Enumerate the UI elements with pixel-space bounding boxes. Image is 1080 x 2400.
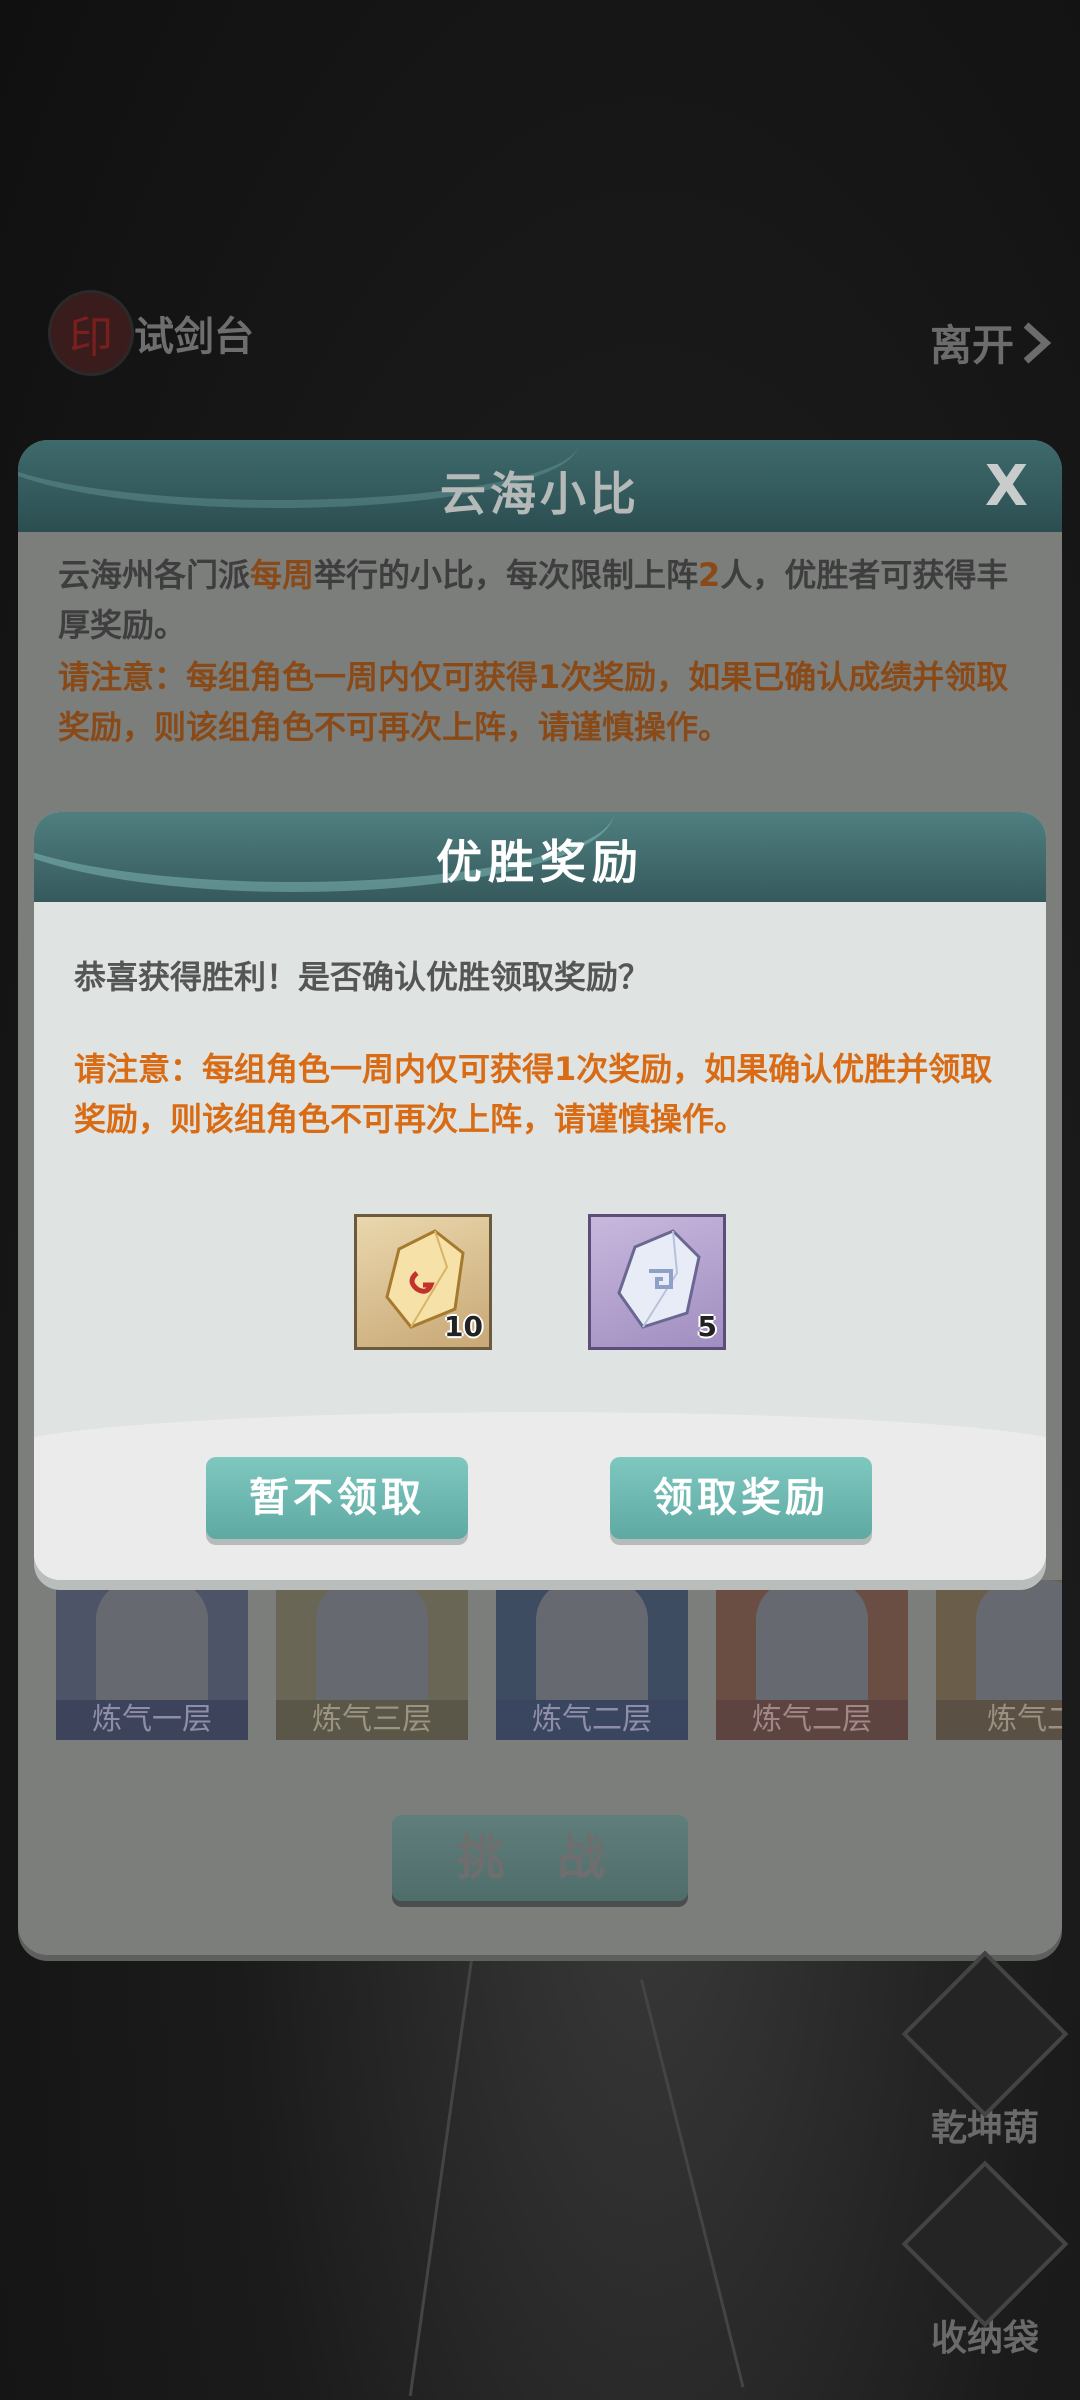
panel-note: 请注意：每组角色一周内仅可获得1次奖励，如果已确认成绩并领取奖励，则该组角色不可… [58, 658, 1009, 746]
reward-quantity: 10 [444, 1310, 483, 1343]
reward-quantity: 5 [697, 1310, 717, 1343]
modal-wave-decoration [34, 1412, 1046, 1580]
claim-reward-button[interactable]: 领取奖励 [610, 1457, 872, 1539]
panel-title: 云海小比 [440, 467, 640, 521]
character-card[interactable]: 炼气二 [936, 1580, 1062, 1740]
character-card[interactable]: 炼气二层 [716, 1580, 908, 1740]
leave-label: 离开 [929, 321, 1014, 370]
character-rank: 炼气三层 [276, 1700, 468, 1740]
modal-message: 恭喜获得胜利！是否确认优胜领取奖励？ [74, 958, 651, 996]
character-rank: 炼气二 [936, 1700, 1062, 1740]
storage-bag-button[interactable]: 收纳袋 [901, 2160, 1069, 2361]
gourd-button[interactable]: 乾坤葫 [901, 1950, 1069, 2151]
chevron-right-icon [1023, 321, 1052, 364]
bag-icon [901, 2160, 1069, 2328]
character-roster: 炼气一层 炼气三层 炼气二层 炼气二层 炼气二 [56, 1580, 1062, 1740]
character-rank: 炼气一层 [56, 1700, 248, 1740]
reward-item[interactable]: 5 [588, 1214, 726, 1350]
leave-button[interactable]: 离开 [930, 312, 1052, 373]
gourd-icon [901, 1950, 1069, 2118]
modal-warning: 请注意：每组角色一周内仅可获得1次奖励，如果确认优胜并领取奖励，则该组角色不可再… [74, 1050, 993, 1138]
reward-modal: 优胜奖励 恭喜获得胜利！是否确认优胜领取奖励？ 请注意：每组角色一周内仅可获得1… [34, 812, 1046, 1580]
character-portrait [96, 1580, 208, 1700]
panel-intro: 云海州各门派每周举行的小比，每次限制上阵2人，优胜者可获得丰厚奖励。 [58, 556, 1009, 644]
character-portrait [756, 1580, 868, 1700]
location-title: 试剑台 [134, 314, 254, 360]
character-portrait [316, 1580, 428, 1700]
character-portrait [976, 1580, 1062, 1700]
reward-item[interactable]: 10 [354, 1214, 492, 1350]
character-card[interactable]: 炼气一层 [56, 1580, 248, 1740]
character-card[interactable]: 炼气二层 [496, 1580, 688, 1740]
challenge-button[interactable]: 挑 战 [392, 1815, 688, 1901]
modal-title: 优胜奖励 [436, 835, 644, 889]
character-card[interactable]: 炼气三层 [276, 1580, 468, 1740]
character-rank: 炼气二层 [496, 1700, 688, 1740]
close-button[interactable]: X [985, 454, 1028, 519]
character-portrait [536, 1580, 648, 1700]
character-rank: 炼气二层 [716, 1700, 908, 1740]
location-header: 印 试剑台 [48, 290, 254, 376]
decline-button[interactable]: 暂不领取 [206, 1457, 468, 1539]
seal-icon: 印 [48, 290, 134, 376]
silver-spirit-stone-icon [617, 1229, 701, 1329]
